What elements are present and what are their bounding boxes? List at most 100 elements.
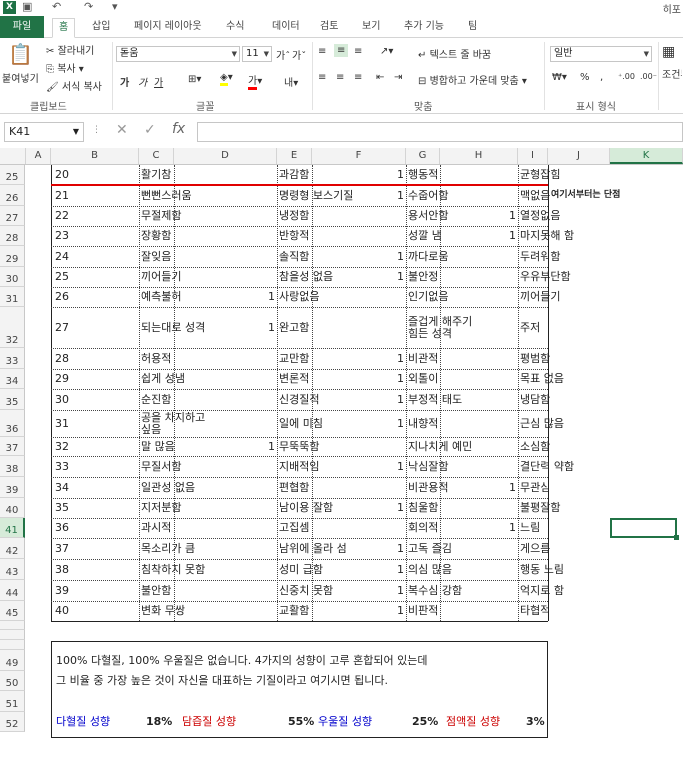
cell-b39[interactable]: 일관성 없음 [139, 477, 195, 498]
cell-b30[interactable]: 끼어들기 [139, 267, 181, 287]
cell-h32[interactable]: 주저 [518, 307, 548, 348]
cell-e38[interactable]: 1 [312, 456, 406, 477]
cell-a32[interactable]: 27 [51, 307, 139, 348]
cell-b42[interactable]: 목소리가 큼 [139, 538, 195, 559]
cell-c44[interactable] [174, 580, 277, 601]
tab-home[interactable]: 홈 [52, 18, 76, 38]
tab-page-layout[interactable]: 페이지 레이아웃 [128, 18, 208, 38]
conditional-format-icon[interactable]: ▦ [662, 44, 675, 60]
cell-d28[interactable]: 반항적 [277, 226, 312, 246]
customize-qa-icon[interactable]: ▾ [112, 0, 118, 13]
name-box[interactable]: K41 ▼ [4, 122, 84, 142]
cell-h27[interactable]: 열정없음 [518, 206, 560, 226]
cell-h36[interactable]: 근심 많음 [518, 410, 564, 437]
fill-color-icon[interactable]: ◈▾ [220, 72, 233, 86]
cell-e43[interactable]: 1 [312, 559, 406, 580]
cell-g28[interactable]: 1 [440, 226, 518, 246]
cell-c37[interactable]: 1 [174, 437, 277, 456]
row-header-44[interactable]: 44 [0, 580, 25, 601]
cell-d43[interactable]: 성미 급함 [277, 559, 323, 580]
decrease-decimal-icon[interactable]: .00⁻ [640, 72, 657, 81]
cell-d26[interactable]: 명령형 보스기질 [277, 185, 353, 206]
cell-g43[interactable] [440, 559, 518, 580]
formula-input[interactable] [197, 122, 683, 142]
cell-g33[interactable] [440, 348, 518, 369]
cell-g31[interactable] [440, 287, 518, 307]
border-icon[interactable]: ⊞▾ [188, 74, 201, 85]
cell-c39[interactable] [174, 477, 277, 498]
cell-a30[interactable]: 25 [51, 267, 139, 287]
column-header-a[interactable]: A [26, 148, 51, 164]
fill-handle[interactable] [674, 535, 679, 540]
row-header-25[interactable]: 25 [0, 165, 25, 185]
cell-c38[interactable] [174, 456, 277, 477]
cell-f35[interactable]: 부정적 태도 [406, 389, 462, 410]
row-header-28[interactable]: 28 [0, 226, 25, 246]
decrease-indent-icon[interactable]: ⇤ [376, 72, 384, 83]
cell-e44[interactable]: 1 [312, 580, 406, 601]
row-header-45[interactable]: 45 [0, 601, 25, 621]
cell-d39[interactable]: 편협함 [277, 477, 312, 498]
cell-c42[interactable] [174, 538, 277, 559]
cell-a40[interactable]: 35 [51, 498, 139, 518]
phonetic-icon[interactable]: 내▾ [284, 74, 298, 89]
italic-button[interactable]: 가 [138, 74, 147, 89]
cell-g45[interactable] [440, 601, 518, 621]
cell-f26[interactable]: 수줍어함 [406, 185, 448, 206]
cell-g27[interactable]: 1 [440, 206, 518, 226]
cell-f39[interactable]: 비관용적 [406, 477, 448, 498]
row-header-52[interactable]: 52 [0, 712, 25, 732]
cell-h28[interactable]: 마지못해 함 [518, 226, 574, 246]
cell-g32[interactable] [440, 307, 518, 348]
cell-e39[interactable] [312, 477, 406, 498]
cell-h26[interactable]: 맥없음 [518, 185, 550, 206]
cell-a42[interactable]: 37 [51, 538, 139, 559]
cell-h39[interactable]: 무관심 [518, 477, 550, 498]
number-format-combo[interactable]: 일반 ▼ [550, 46, 652, 62]
cell-h31[interactable]: 끼어들기 [518, 287, 560, 307]
row-header-41[interactable]: 41 [0, 518, 25, 538]
cancel-icon[interactable]: ✕ [116, 122, 128, 138]
cell-b40[interactable]: 지저분함 [139, 498, 181, 518]
cell-b41[interactable]: 과시적 [139, 518, 174, 538]
cell-h34[interactable]: 목표 없음 [518, 369, 564, 389]
cell-f44[interactable]: 복수심 강함 [406, 580, 462, 601]
row-header-26[interactable]: 26 [0, 185, 25, 206]
cell-f28[interactable]: 성깔 냄 [406, 226, 442, 246]
cell-b29[interactable]: 잘잊음 [139, 246, 174, 267]
cell-h45[interactable]: 타협적 [518, 601, 550, 621]
cell-h42[interactable]: 게으름 [518, 538, 550, 559]
cell-h35[interactable]: 냉담함 [518, 389, 550, 410]
cell-b31[interactable]: 예측불허 [139, 287, 181, 307]
wrap-text-button[interactable]: ↵ 텍스트 줄 바꿈 [418, 46, 491, 61]
cell-c25[interactable] [174, 165, 277, 185]
cell-a35[interactable]: 30 [51, 389, 139, 410]
row-header-35[interactable]: 35 [0, 389, 25, 410]
cell-g26[interactable] [440, 185, 518, 206]
cell-e25[interactable]: 1 [312, 165, 406, 185]
cell-b25[interactable]: 활기참 [139, 165, 174, 185]
undo-icon[interactable]: ↶ [52, 0, 61, 13]
row-header-31[interactable]: 31 [0, 287, 25, 307]
cell-f34[interactable]: 외톨이 [406, 369, 440, 389]
cell-b35[interactable]: 순진함 [139, 389, 174, 410]
cell-e35[interactable]: 1 [312, 389, 406, 410]
cell-b45[interactable]: 변화 무쌍 [139, 601, 185, 621]
column-header-b[interactable]: B [51, 148, 139, 164]
cell-f43[interactable]: 의심 많음 [406, 559, 452, 580]
bold-button[interactable]: 가 [120, 74, 129, 89]
cell-b36[interactable]: 공을 차지하고 싶음 [139, 410, 205, 437]
cell-f42[interactable]: 고독 즐김 [406, 538, 452, 559]
cell-f31[interactable]: 인기없음 [406, 287, 448, 307]
cell-d45[interactable]: 교활함 [277, 601, 312, 621]
selected-cell-k41[interactable] [610, 518, 677, 538]
underline-button[interactable]: 가 [154, 74, 163, 89]
cell-d27[interactable]: 냉정함 [277, 206, 312, 226]
cell-g29[interactable] [440, 246, 518, 267]
cell-f41[interactable]: 회의적 [406, 518, 440, 538]
row-header-42[interactable]: 42 [0, 538, 25, 559]
cell-b37[interactable]: 말 많음 [139, 437, 175, 456]
row-header-39[interactable]: 39 [0, 477, 25, 498]
cell-h38[interactable]: 결단력 약함 [518, 456, 574, 477]
row-header-50[interactable]: 50 [0, 671, 25, 691]
